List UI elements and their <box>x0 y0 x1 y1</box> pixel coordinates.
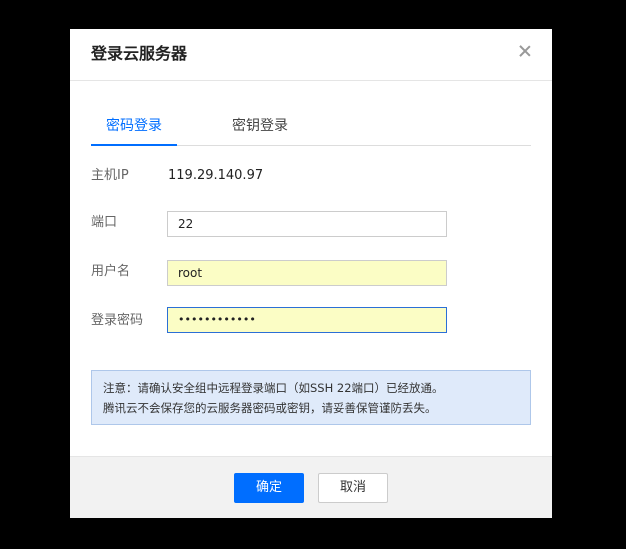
host-ip-label: 主机IP <box>91 168 129 183</box>
confirm-button[interactable]: 确定 <box>234 473 304 503</box>
password-input[interactable]: •••••••••••• <box>167 307 447 333</box>
login-tabs: 密码登录 密钥登录 <box>91 115 531 146</box>
username-label: 用户名 <box>91 264 131 279</box>
login-dialog: 登录云服务器 密码登录 密钥登录 主机IP 119.29.140.97 端口 2… <box>70 29 552 518</box>
dialog-title: 登录云服务器 <box>91 44 188 63</box>
tab-password-login[interactable]: 密码登录 <box>91 115 177 146</box>
dialog-header: 登录云服务器 <box>70 29 552 81</box>
notice-box: 注意：请确认安全组中远程登录端口（如SSH 22端口）已经放通。 腾讯云不会保存… <box>91 370 531 425</box>
password-label: 登录密码 <box>91 313 144 328</box>
close-icon[interactable] <box>518 44 532 58</box>
notice-line-2: 腾讯云不会保存您的云服务器密码或密钥，请妥善保管谨防丢失。 <box>103 401 437 415</box>
cancel-button[interactable]: 取消 <box>318 473 388 503</box>
port-input[interactable]: 22 <box>167 211 447 237</box>
tab-key-login[interactable]: 密钥登录 <box>215 115 305 146</box>
host-ip-value: 119.29.140.97 <box>168 168 264 183</box>
dialog-footer: 确定 取消 <box>70 456 552 518</box>
username-input[interactable]: root <box>167 260 447 286</box>
notice-line-1: 注意：请确认安全组中远程登录端口（如SSH 22端口）已经放通。 <box>103 381 444 395</box>
port-label: 端口 <box>91 215 118 230</box>
